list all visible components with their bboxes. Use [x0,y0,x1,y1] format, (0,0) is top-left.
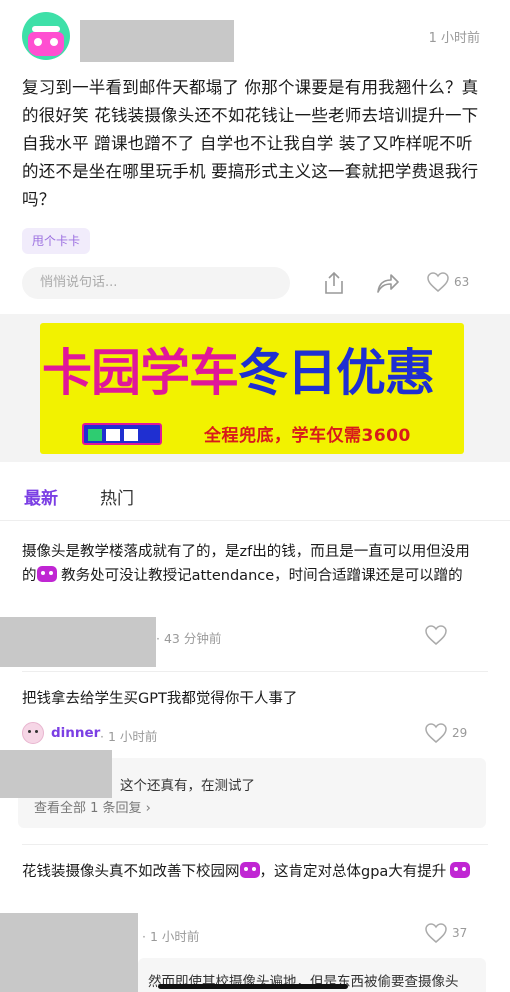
ad-headline-2: 冬日优惠 [238,344,435,402]
commenter-name[interactable]: dinner [51,725,100,741]
commenter-redacted [0,913,138,992]
post-like-button[interactable]: 63 [426,271,469,293]
post-tag[interactable]: 甩个卡卡 [22,228,91,254]
replier-redacted [0,750,112,798]
post-time: 1 小时前 [428,31,480,46]
ad-banner[interactable]: 卡园学车冬日优惠 全程兜底，学车仅需3600 [40,323,464,454]
comment-time: · 1 小时前 [142,929,200,944]
comment-like-button[interactable] [424,624,448,646]
grin-emoji-icon [239,862,260,878]
grin-emoji-icon [36,566,57,582]
comment-text: 把钱拿去给学生买GPT我都觉得你干人事了 [22,691,298,707]
post-like-count: 63 [454,275,470,289]
comment-divider [22,844,488,845]
comment-text: 花钱装摄像头真不如改善下校园网 ，这肯定对总体gpa大有提升 [22,860,484,884]
ad-bus-graphic [82,423,162,445]
tab-latest[interactable]: 最新 [24,484,58,509]
comment-time: · 1 小时前 [100,729,158,744]
post-body: 复习到一半看到邮件天都塌了 你那个课要是有用我翘什么？真的很好笑 花钱装摄像头还… [22,78,479,209]
view-all-replies-link[interactable]: 查看全部 1 条回复 › [34,797,151,816]
grin-emoji-icon [450,862,471,878]
reply-input[interactable]: 悄悄说句话... [22,267,290,299]
commenter-redacted [0,617,156,667]
author-name-redacted [80,20,234,62]
heart-icon [425,625,447,645]
heart-icon [425,723,447,743]
comment-time: · 43 分钟前 [156,631,222,646]
comment-text-part: 教务处可没让教授记attendance，时间合适蹭课还是可以蹭的 [56,568,463,584]
comment-like-count: 29 [452,726,468,740]
comment-like-button[interactable]: 29 [424,722,467,744]
share-icon[interactable] [322,270,346,296]
comment-like-count: 37 [452,926,468,940]
comment-text-part: 花钱装摄像头真不如改善下校园网 [22,864,240,880]
heart-icon [425,923,447,943]
ad-subline: 全程兜底，学车仅需3600 [204,426,411,446]
ad-headline-1: 卡园学车 [42,344,239,402]
commenter-avatar[interactable] [22,722,44,744]
post-tag-label: 甩个卡卡 [32,234,81,248]
comment-divider [22,671,488,672]
tabs-divider [0,520,510,521]
comment-like-button[interactable]: 37 [424,922,467,944]
comment-text: 摄像头是教学楼落成就有了的，是zf出的钱，而且是一直可以用但没用的 教务处可没让… [22,540,484,588]
author-avatar[interactable] [22,12,70,60]
comment-text-part: ，这肯定对总体gpa大有提升 [259,864,447,880]
forward-icon[interactable] [374,270,400,296]
reply-placeholder: 悄悄说句话... [40,275,118,290]
home-indicator [158,984,348,989]
tab-hot[interactable]: 热门 [100,484,134,509]
heart-icon [427,272,449,292]
reply-text: 这个还真有，在测试了 [120,778,255,794]
